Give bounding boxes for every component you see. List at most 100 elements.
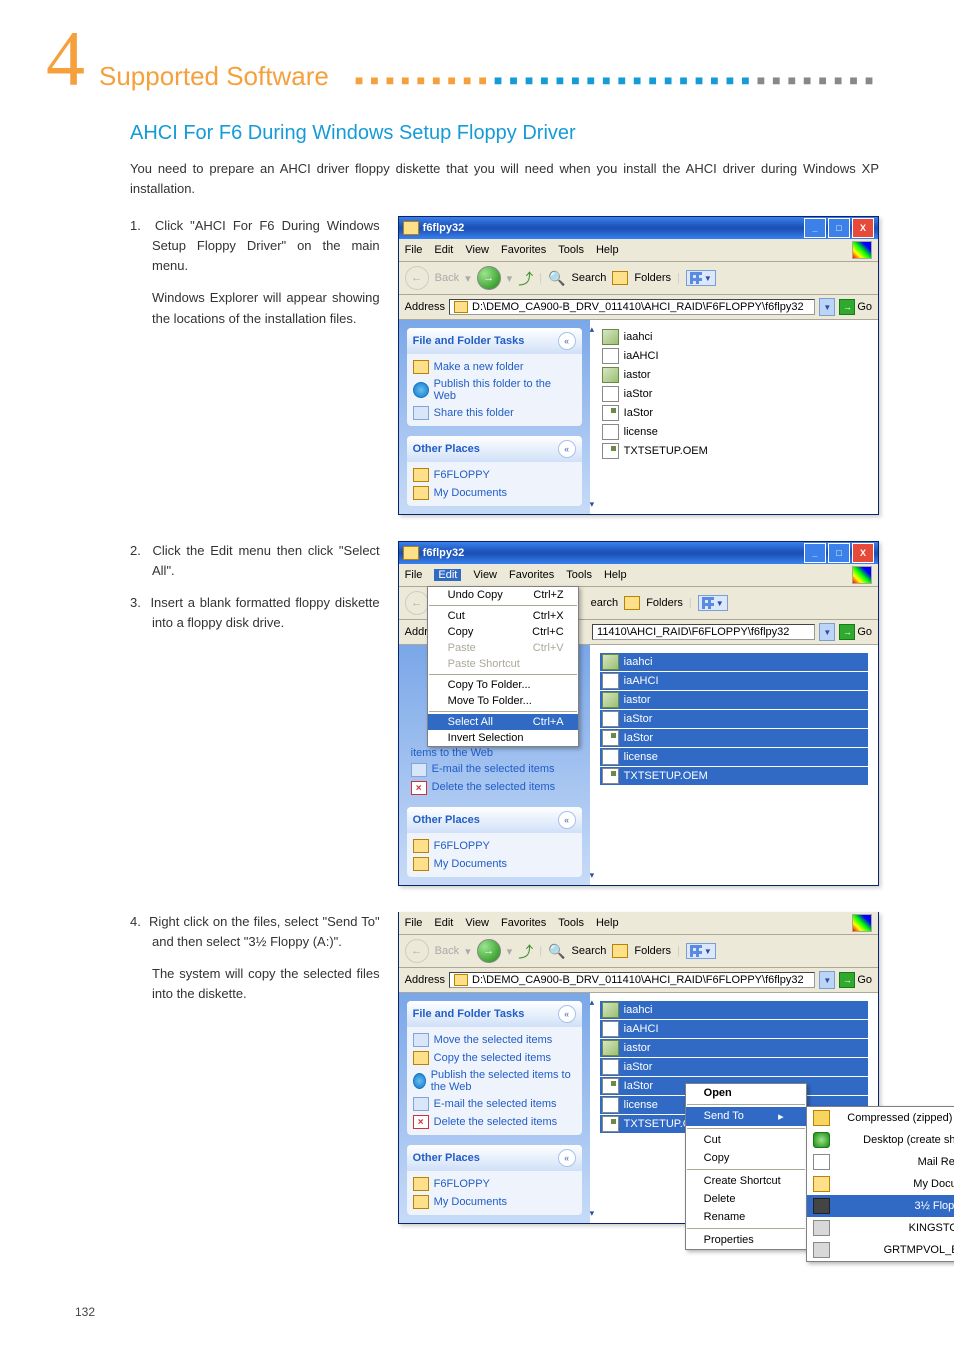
back-button[interactable]: ← <box>405 591 429 615</box>
up-button[interactable]: ⤴ <box>518 941 533 962</box>
search-label-frag[interactable]: earch <box>591 597 619 609</box>
other-my-documents[interactable]: My Documents <box>413 484 576 502</box>
forward-button[interactable]: → <box>477 266 501 290</box>
menu-favorites[interactable]: Favorites <box>501 244 546 256</box>
address-dropdown[interactable]: ▼ <box>819 971 835 989</box>
back-button[interactable]: ← <box>405 939 429 963</box>
menu-help[interactable]: Help <box>596 917 619 929</box>
search-icon[interactable]: 🔍 <box>548 270 565 287</box>
back-button[interactable]: ← <box>405 266 429 290</box>
menu-item-invert[interactable]: Invert Selection <box>428 730 578 746</box>
sendto-zip[interactable]: Compressed (zipped) Folder <box>807 1107 954 1129</box>
scroll-down-icon[interactable]: ▾ <box>590 1208 595 1219</box>
menu-edit[interactable]: Edit <box>434 569 461 581</box>
views-button[interactable]: ▼ <box>686 270 716 286</box>
window-titlebar[interactable]: f6flpy32 _ □ X <box>399 542 878 564</box>
sendto-my-documents[interactable]: My Documents <box>807 1173 954 1195</box>
minimize-button[interactable]: _ <box>804 218 826 238</box>
scroll-up-icon[interactable]: ▴ <box>590 324 595 335</box>
menu-item-copy-to[interactable]: Copy To Folder... <box>428 677 578 693</box>
address-field[interactable]: 11410\AHCI_RAID\F6FLOPPY\f6flpy32 <box>592 624 815 640</box>
task-publish-folder[interactable]: Publish this folder to the Web <box>413 376 576 404</box>
chevron-up-icon[interactable]: « <box>558 1149 576 1167</box>
folders-label[interactable]: Folders <box>634 945 671 957</box>
menu-tools[interactable]: Tools <box>558 244 584 256</box>
task-delete-selected[interactable]: ×Delete the selected items <box>411 779 578 797</box>
ctx-rename[interactable]: Rename <box>686 1208 806 1226</box>
ctx-copy[interactable]: Copy <box>686 1149 806 1167</box>
menu-favorites[interactable]: Favorites <box>501 917 546 929</box>
views-button[interactable]: ▼ <box>686 943 716 959</box>
go-button[interactable]: →Go <box>839 299 872 315</box>
other-f6floppy[interactable]: F6FLOPPY <box>413 466 576 484</box>
sendto-desktop[interactable]: Desktop (create shortcut) <box>807 1129 954 1151</box>
menu-view[interactable]: View <box>465 917 489 929</box>
search-label[interactable]: Search <box>572 272 607 284</box>
other-f6floppy[interactable]: F6FLOPPY <box>413 837 576 855</box>
task-email-selected[interactable]: E-mail the selected items <box>411 761 578 779</box>
task-share-folder[interactable]: Share this folder <box>413 404 576 422</box>
task-move-selected[interactable]: Move the selected items <box>413 1031 576 1049</box>
folders-icon[interactable] <box>612 271 628 285</box>
scroll-up-icon[interactable]: ▴ <box>590 997 595 1008</box>
close-button[interactable]: X <box>852 218 874 238</box>
menu-item-undo[interactable]: Undo CopyCtrl+Z <box>428 587 578 603</box>
task-publish-selected[interactable]: Publish the selected items to the Web <box>413 1067 576 1095</box>
menu-edit[interactable]: Edit <box>434 244 453 256</box>
menu-item-select-all[interactable]: Select AllCtrl+A <box>428 714 578 730</box>
chevron-up-icon[interactable]: « <box>558 440 576 458</box>
other-my-documents[interactable]: My Documents <box>413 855 576 873</box>
maximize-button[interactable]: □ <box>828 218 850 238</box>
forward-button[interactable]: → <box>477 939 501 963</box>
sendto-floppy-a[interactable]: 3½ Floppy (A:) <box>807 1195 954 1217</box>
search-icon[interactable]: 🔍 <box>548 943 565 960</box>
ctx-delete[interactable]: Delete <box>686 1190 806 1208</box>
menu-tools[interactable]: Tools <box>558 917 584 929</box>
task-copy-selected[interactable]: Copy the selected items <box>413 1049 576 1067</box>
other-f6floppy[interactable]: F6FLOPPY <box>413 1175 576 1193</box>
chevron-up-icon[interactable]: « <box>558 811 576 829</box>
other-my-documents[interactable]: My Documents <box>413 1193 576 1211</box>
menu-help[interactable]: Help <box>596 244 619 256</box>
views-button[interactable]: ▼ <box>698 595 728 611</box>
menu-help[interactable]: Help <box>604 569 627 581</box>
minimize-button[interactable]: _ <box>804 543 826 563</box>
menu-view[interactable]: View <box>473 569 497 581</box>
task-delete-selected[interactable]: ×Delete the selected items <box>413 1113 576 1131</box>
folders-label[interactable]: Folders <box>634 272 671 284</box>
file-list[interactable]: iaahci iaAHCI iastor iaStor IaStor licen… <box>590 645 878 885</box>
window-titlebar[interactable]: f6flpy32 _ □ X <box>399 217 878 239</box>
search-label[interactable]: Search <box>572 945 607 957</box>
menu-file[interactable]: File <box>405 917 423 929</box>
scroll-down-icon[interactable]: ▾ <box>590 499 595 510</box>
ctx-open[interactable]: Open <box>686 1084 806 1102</box>
sendto-grtmpvol-f[interactable]: GRTMPVOL_EN (F:) <box>807 1239 954 1261</box>
chevron-up-icon[interactable]: « <box>558 1005 576 1023</box>
folders-label[interactable]: Folders <box>646 597 683 609</box>
menu-item-cut[interactable]: CutCtrl+X <box>428 608 578 624</box>
up-button[interactable]: ⤴ <box>518 268 533 289</box>
scroll-down-icon[interactable]: ▾ <box>590 870 595 881</box>
go-button[interactable]: →Go <box>839 624 872 640</box>
file-list[interactable]: ▴ iaahci iaAHCI iastor iaStor IaStor lic… <box>590 320 878 514</box>
ctx-create-shortcut[interactable]: Create Shortcut <box>686 1172 806 1190</box>
menu-file[interactable]: File <box>405 569 423 581</box>
menu-view[interactable]: View <box>465 244 489 256</box>
menu-file[interactable]: File <box>405 244 423 256</box>
task-email-selected[interactable]: E-mail the selected items <box>413 1095 576 1113</box>
menu-item-move-to[interactable]: Move To Folder... <box>428 693 578 709</box>
address-dropdown[interactable]: ▼ <box>819 623 835 641</box>
folders-icon[interactable] <box>624 596 640 610</box>
maximize-button[interactable]: □ <box>828 543 850 563</box>
go-button[interactable]: →Go <box>839 972 872 988</box>
folders-icon[interactable] <box>612 944 628 958</box>
sendto-mail[interactable]: Mail Recipient <box>807 1151 954 1173</box>
task-make-new-folder[interactable]: Make a new folder <box>413 358 576 376</box>
sendto-kingston-e[interactable]: KINGSTON (E:) <box>807 1217 954 1239</box>
file-list[interactable]: ▴ iaahci iaAHCI iastor iaStor IaStor lic… <box>590 993 878 1223</box>
close-button[interactable]: X <box>852 543 874 563</box>
ctx-cut[interactable]: Cut <box>686 1131 806 1149</box>
address-field[interactable]: D:\DEMO_CA900-B_DRV_011410\AHCI_RAID\F6F… <box>449 972 815 988</box>
address-field[interactable]: D:\DEMO_CA900-B_DRV_011410\AHCI_RAID\F6F… <box>449 299 815 315</box>
address-dropdown[interactable]: ▼ <box>819 298 835 316</box>
